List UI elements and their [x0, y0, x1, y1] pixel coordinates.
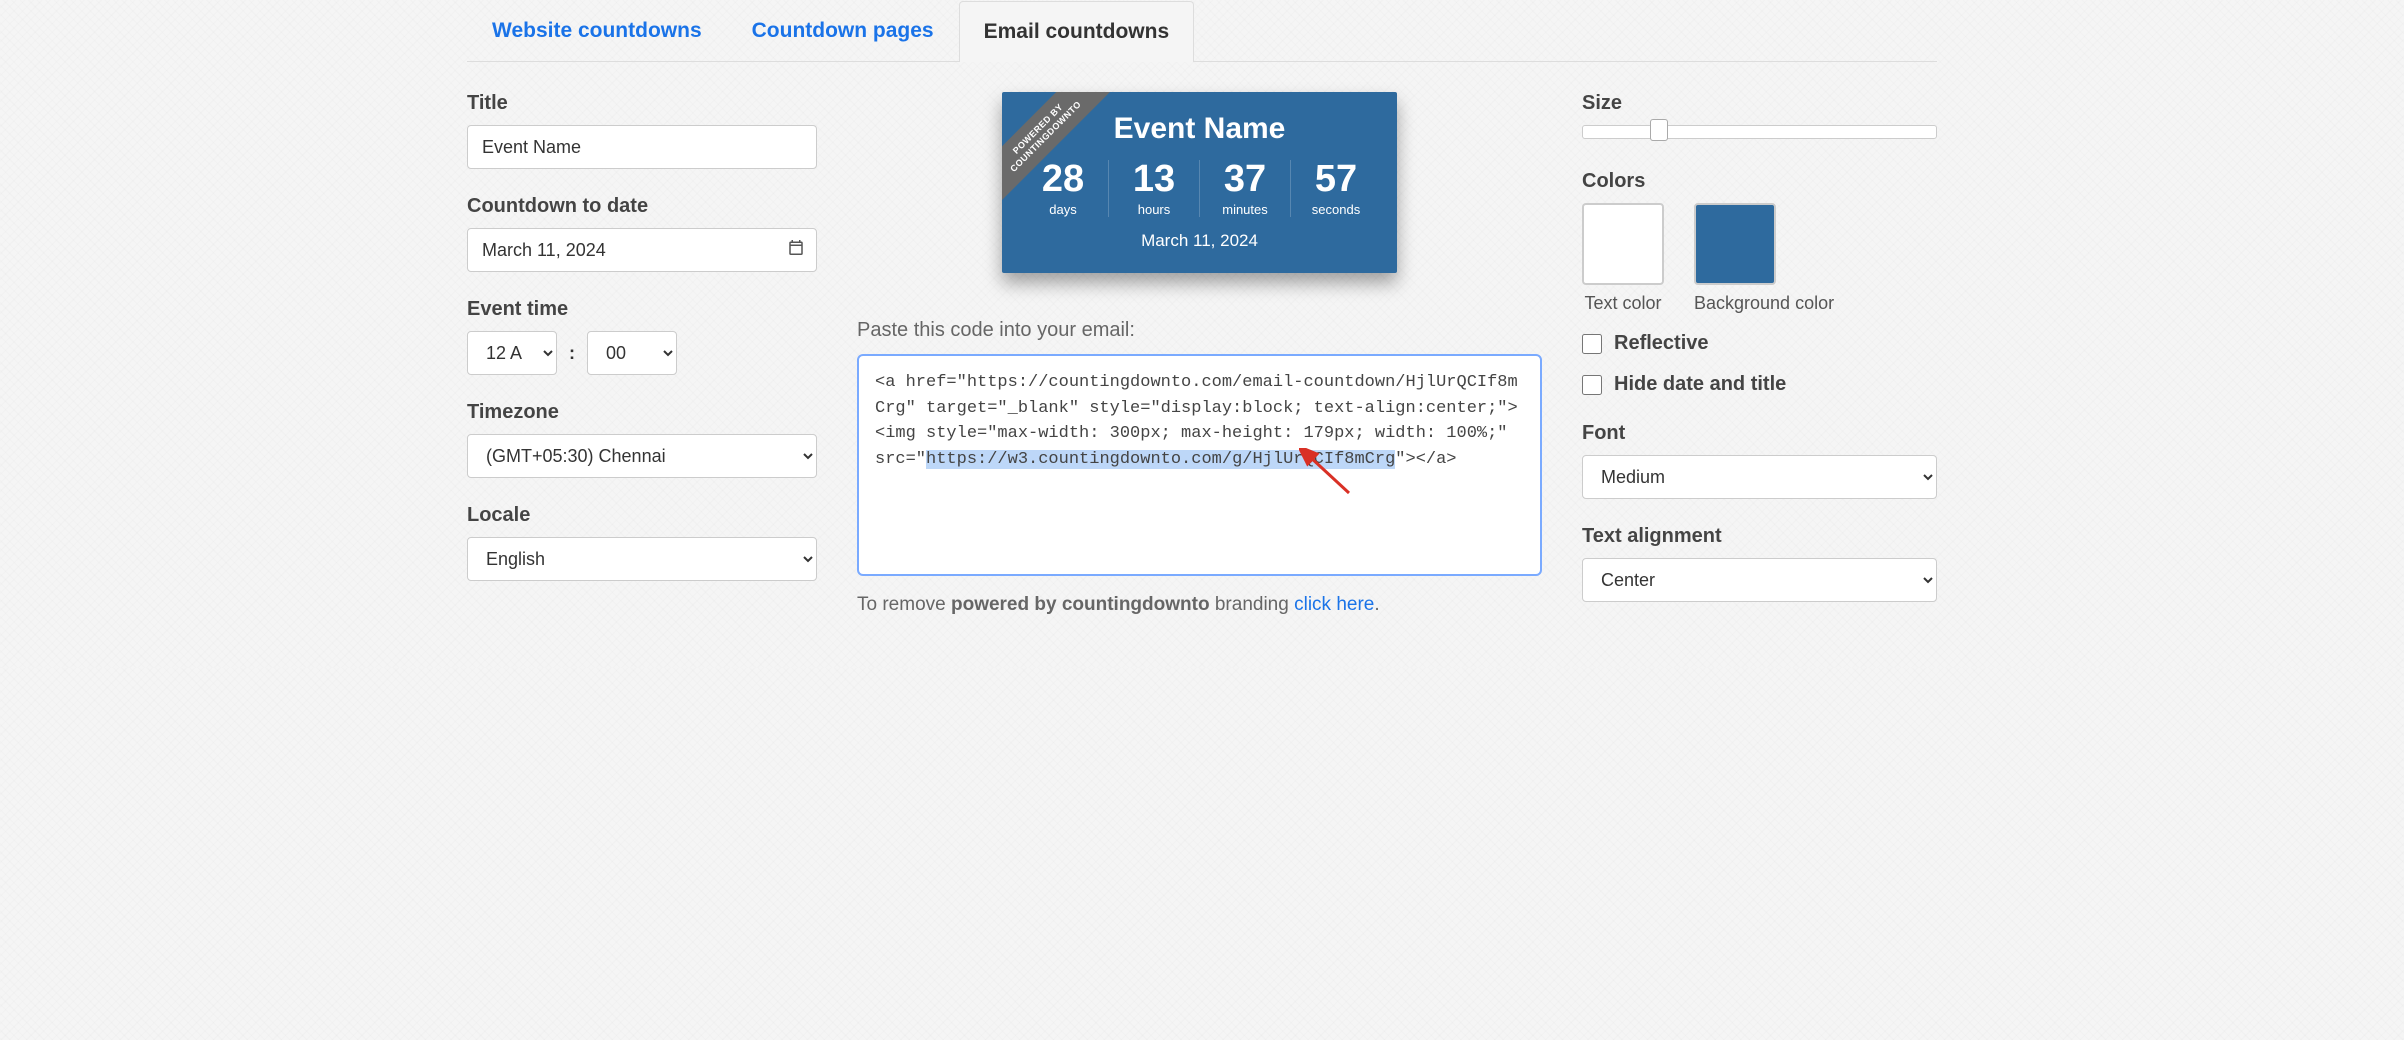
font-select[interactable]: Medium — [1582, 455, 1937, 499]
bg-color-swatch[interactable] — [1694, 203, 1776, 285]
hide-date-title-checkbox[interactable] — [1582, 375, 1602, 395]
title-label: Title — [467, 92, 817, 115]
branding-remove-note: To remove powered by countingdownto bran… — [857, 594, 1542, 616]
center-panel: POWERED BY COUNTINGDOWNTO Event Name 28 … — [857, 92, 1542, 628]
countdown-date-input[interactable] — [467, 228, 817, 272]
right-settings-panel: Size Colors Text color Background color — [1582, 92, 1937, 628]
locale-select[interactable]: English — [467, 537, 817, 581]
hour-select[interactable]: 12 A — [467, 331, 557, 375]
highlighted-url: https://w3.countingdownto.com/g/HjlUrQCI… — [926, 450, 1395, 469]
text-color-swatch[interactable] — [1582, 203, 1664, 285]
tab-website-countdowns[interactable]: Website countdowns — [467, 0, 727, 61]
colors-label: Colors — [1582, 170, 1937, 193]
time-colon: : — [569, 343, 575, 364]
reflective-checkbox[interactable] — [1582, 334, 1602, 354]
tabs-bar: Website countdowns Countdown pages Email… — [467, 0, 1937, 62]
size-slider[interactable] — [1582, 125, 1937, 139]
reflective-label: Reflective — [1614, 332, 1709, 355]
left-settings-panel: Title Countdown to date Event time 12 A — [467, 92, 817, 628]
font-label: Font — [1582, 422, 1937, 445]
hide-date-title-label: Hide date and title — [1614, 373, 1786, 396]
countdown-date-label: Countdown to date — [467, 195, 817, 218]
timezone-select[interactable]: (GMT+05:30) Chennai — [467, 434, 817, 478]
remove-branding-link[interactable]: click here — [1294, 594, 1374, 615]
text-color-label: Text color — [1582, 293, 1664, 314]
text-alignment-select[interactable]: Center — [1582, 558, 1937, 602]
paste-code-label: Paste this code into your email: — [857, 319, 1542, 342]
event-time-label: Event time — [467, 298, 817, 321]
countdown-preview: POWERED BY COUNTINGDOWNTO Event Name 28 … — [1002, 92, 1397, 273]
embed-code-box[interactable]: <a href="https://countingdownto.com/emai… — [857, 354, 1542, 576]
preview-date: March 11, 2024 — [1018, 231, 1381, 251]
tab-countdown-pages[interactable]: Countdown pages — [727, 0, 959, 61]
countdown-row: 28 days 13 hours 37 minutes 57 seconds — [1018, 160, 1381, 217]
title-input[interactable] — [467, 125, 817, 169]
size-label: Size — [1582, 92, 1937, 115]
countdown-hours: 13 hours — [1108, 160, 1199, 217]
text-alignment-label: Text alignment — [1582, 525, 1937, 548]
timezone-label: Timezone — [467, 401, 817, 424]
tab-email-countdowns[interactable]: Email countdowns — [959, 1, 1195, 62]
locale-label: Locale — [467, 504, 817, 527]
countdown-seconds: 57 seconds — [1290, 160, 1381, 217]
bg-color-label: Background color — [1694, 293, 1834, 314]
countdown-minutes: 37 minutes — [1199, 160, 1290, 217]
minute-select[interactable]: 00 — [587, 331, 677, 375]
